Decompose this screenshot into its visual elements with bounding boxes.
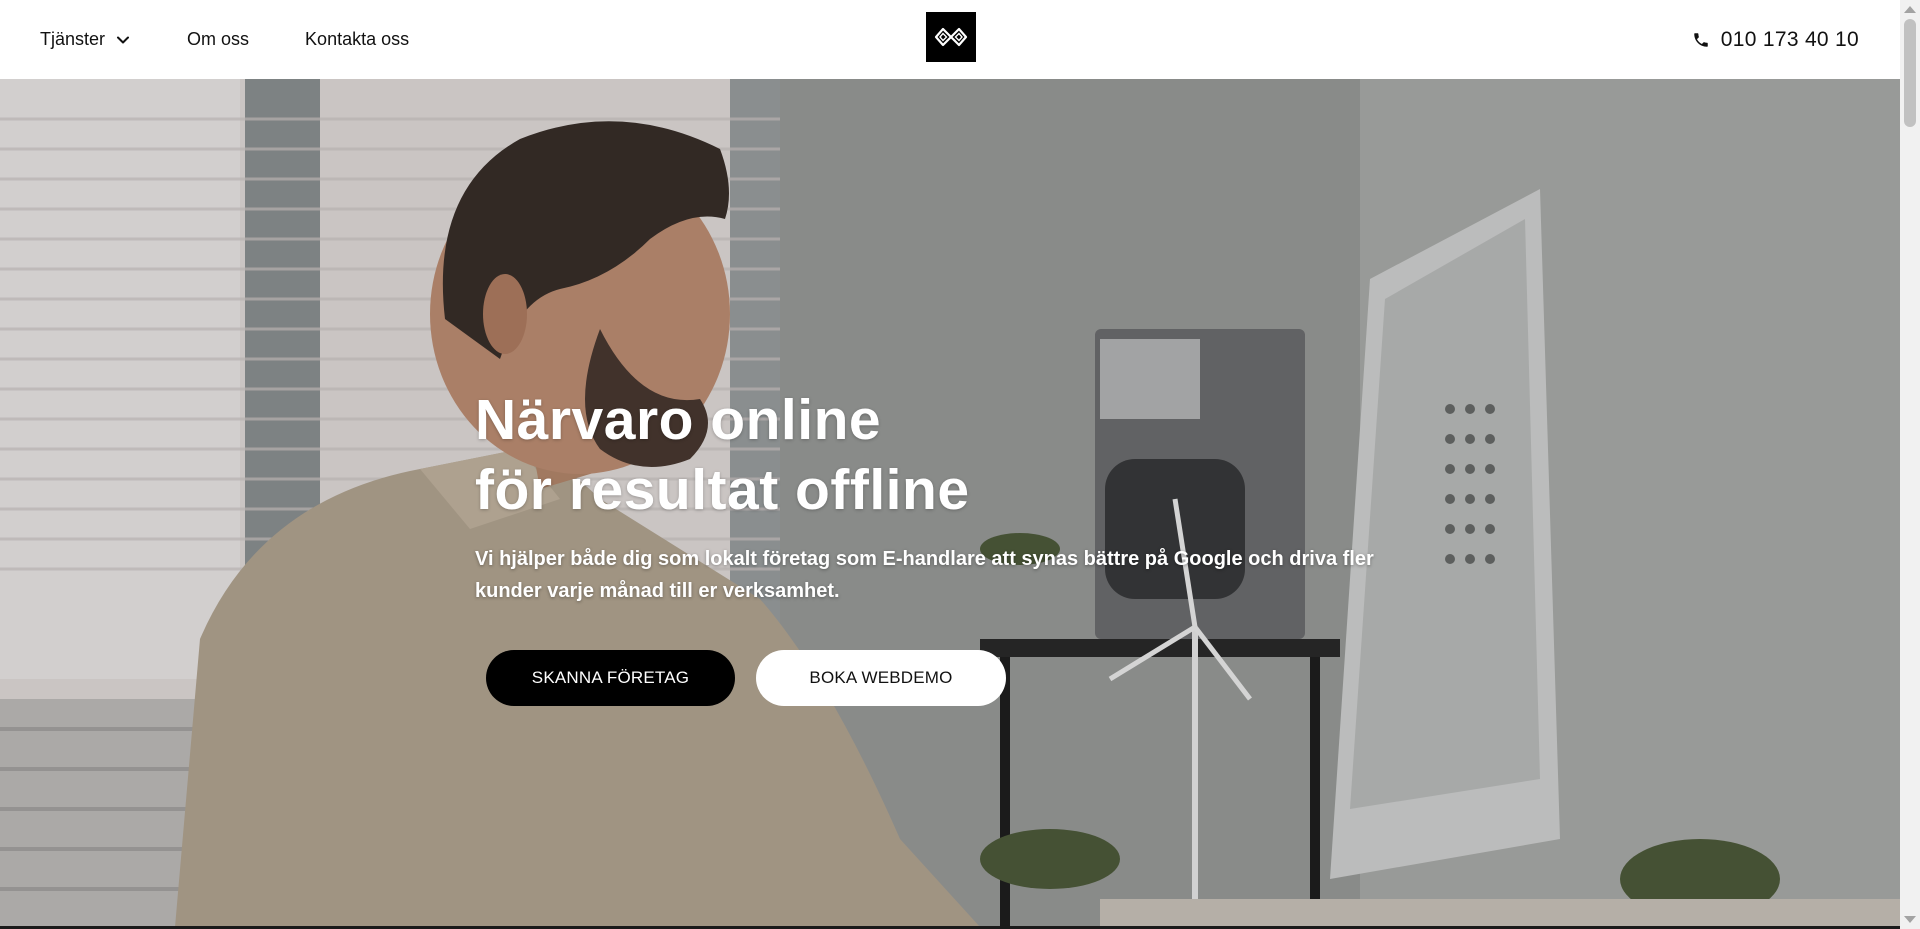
nav-item-om-oss[interactable]: Om oss (187, 29, 249, 50)
scrollbar-thumb[interactable] (1904, 19, 1916, 127)
nav-item-label: Tjänster (40, 29, 106, 49)
phone-number: 010 173 40 10 (1720, 27, 1859, 51)
nav-item-label: Om oss (187, 29, 250, 49)
hero-title-line-1: Närvaro online (475, 388, 882, 452)
book-webdemo-button[interactable]: BOKA WEBDEMO (756, 650, 1006, 706)
scroll-up-icon[interactable] (1904, 6, 1916, 13)
main-nav: Tjänster Om oss Kontakta oss (40, 0, 465, 79)
hero-title: Närvaro online för resultat offline (475, 385, 1435, 525)
cta-row: SKANNA FÖRETAG BOKA WEBDEMO (475, 650, 1435, 706)
hero-content: Närvaro online för resultat offline Vi h… (475, 385, 1435, 706)
hero-title-line-2: för resultat offline (475, 458, 970, 522)
nav-item-tjanster[interactable]: Tjänster (40, 29, 131, 50)
page: Tjänster Om oss Kontakta oss 010 173 40 … (0, 0, 1920, 929)
brand-logo[interactable] (926, 12, 976, 62)
phone-link[interactable]: 010 173 40 10 (1692, 0, 1859, 79)
hero-section: Närvaro online för resultat offline Vi h… (0, 79, 1900, 927)
nav-item-kontakta-oss[interactable]: Kontakta oss (305, 29, 409, 50)
brand-logo-icon (934, 27, 968, 47)
chevron-down-icon (117, 36, 130, 43)
phone-icon (1694, 32, 1708, 47)
hero-subtitle: Vi hjälper både dig som lokalt företag s… (475, 548, 1374, 602)
site-header: Tjänster Om oss Kontakta oss 010 173 40 … (0, 0, 1900, 79)
scan-company-button[interactable]: SKANNA FÖRETAG (486, 650, 735, 706)
scroll-down-icon[interactable] (1904, 916, 1916, 923)
vertical-scrollbar[interactable] (1900, 0, 1920, 929)
nav-item-label: Kontakta oss (305, 29, 410, 49)
